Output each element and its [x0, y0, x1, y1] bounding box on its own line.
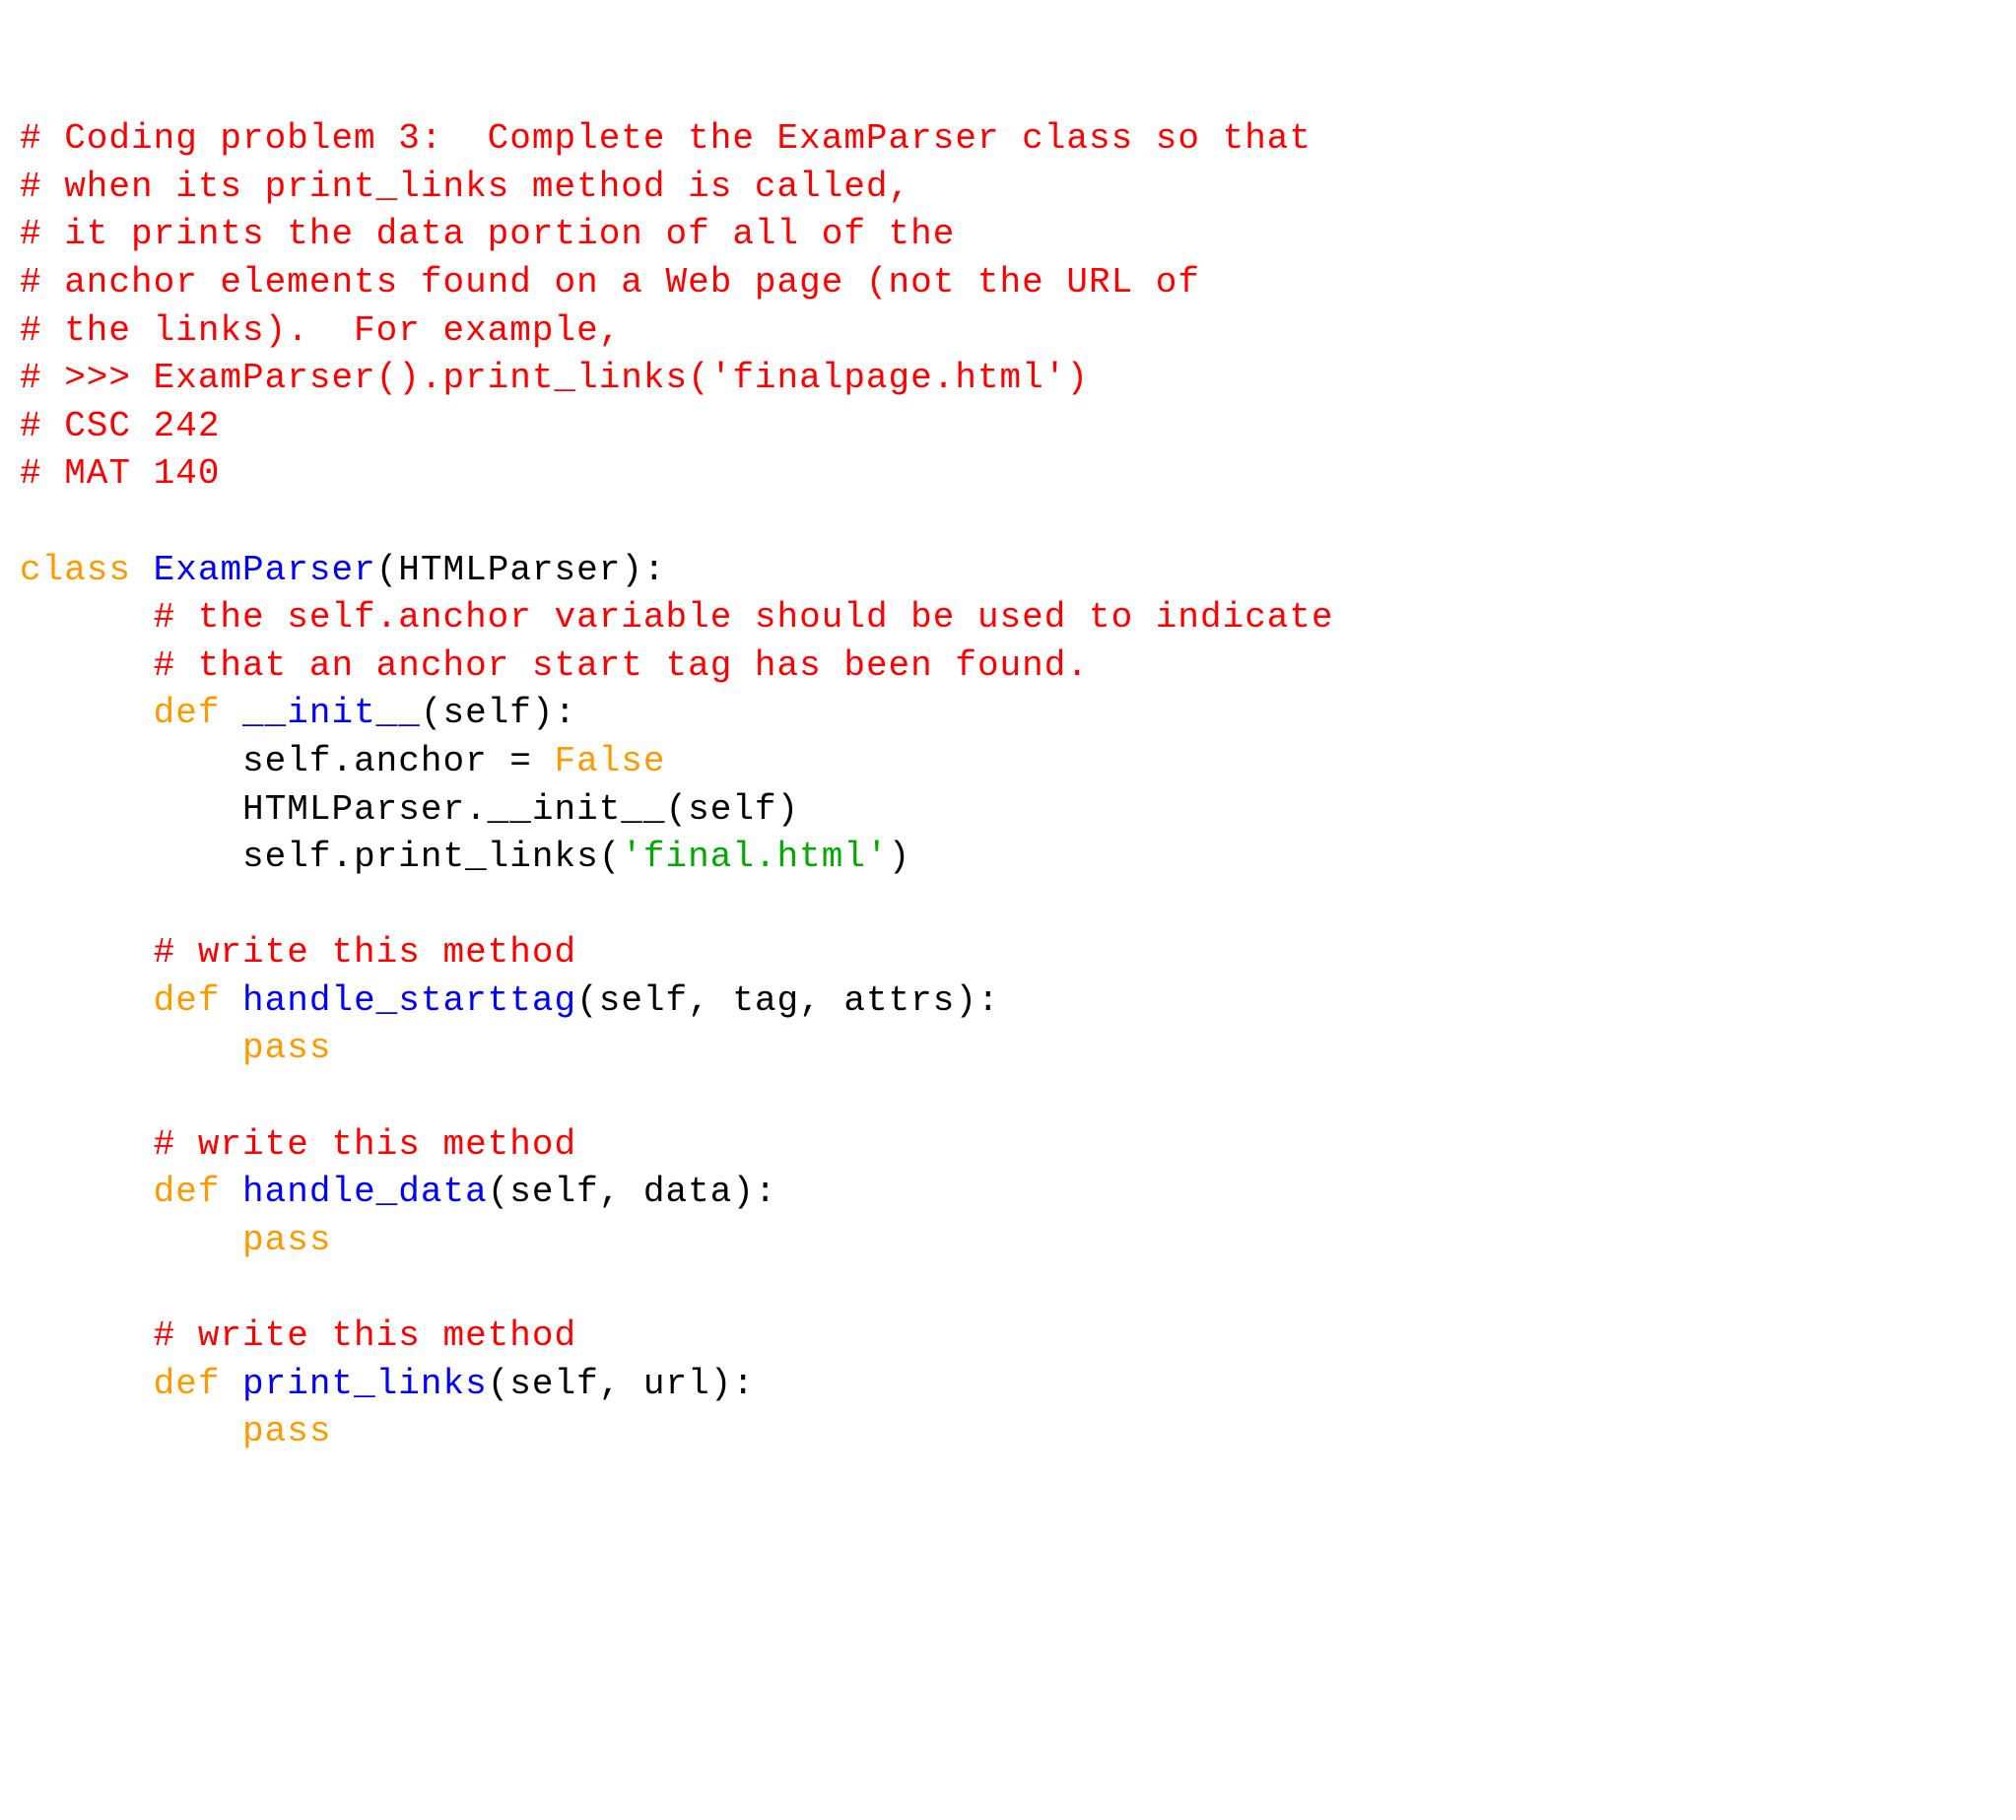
- comment-line: # when its print_links method is called,: [20, 167, 910, 207]
- stmt-anchor-assign: self.anchor =: [242, 741, 554, 781]
- keyword-def: def: [154, 693, 221, 733]
- comment-line: # it prints the data portion of all of t…: [20, 214, 955, 254]
- keyword-class: class: [20, 550, 131, 590]
- keyword-false: False: [555, 741, 666, 781]
- stmt-super-init: HTMLParser.__init__(self): [242, 789, 799, 830]
- comment-line: # write this method: [154, 1124, 576, 1165]
- base-class: HTMLParser: [398, 550, 621, 590]
- comment-line: # >>> ExamParser().print_links('finalpag…: [20, 358, 1089, 398]
- class-name: ExamParser: [154, 550, 376, 590]
- keyword-pass: pass: [242, 1220, 331, 1260]
- stmt-printlinks-call: self.print_links(: [242, 837, 621, 877]
- code-block: # Coding problem 3: Complete the ExamPar…: [20, 115, 1996, 1456]
- comment-line: # write this method: [154, 932, 576, 973]
- comment-line: # that an anchor start tag has been foun…: [154, 645, 1089, 686]
- comment-line: # the self.anchor variable should be use…: [154, 597, 1334, 638]
- comment-line: # anchor elements found on a Web page (n…: [20, 262, 1200, 303]
- keyword-pass: pass: [242, 1028, 331, 1068]
- comment-line: # MAT 140: [20, 453, 220, 494]
- comment-line: # write this method: [154, 1315, 576, 1356]
- keyword-def: def: [154, 1364, 221, 1404]
- keyword-def: def: [154, 1172, 221, 1212]
- comment-line: # the links). For example,: [20, 310, 621, 351]
- keyword-def: def: [154, 980, 221, 1021]
- string-literal: 'final.html': [621, 837, 888, 877]
- method-init: __init__: [242, 693, 421, 733]
- method-handle-data: handle_data: [242, 1172, 488, 1212]
- method-print-links: print_links: [242, 1364, 488, 1404]
- method-handle-starttag: handle_starttag: [242, 980, 576, 1021]
- comment-line: # CSC 242: [20, 406, 220, 446]
- keyword-pass: pass: [242, 1411, 331, 1451]
- comment-line: # Coding problem 3: Complete the ExamPar…: [20, 118, 1311, 159]
